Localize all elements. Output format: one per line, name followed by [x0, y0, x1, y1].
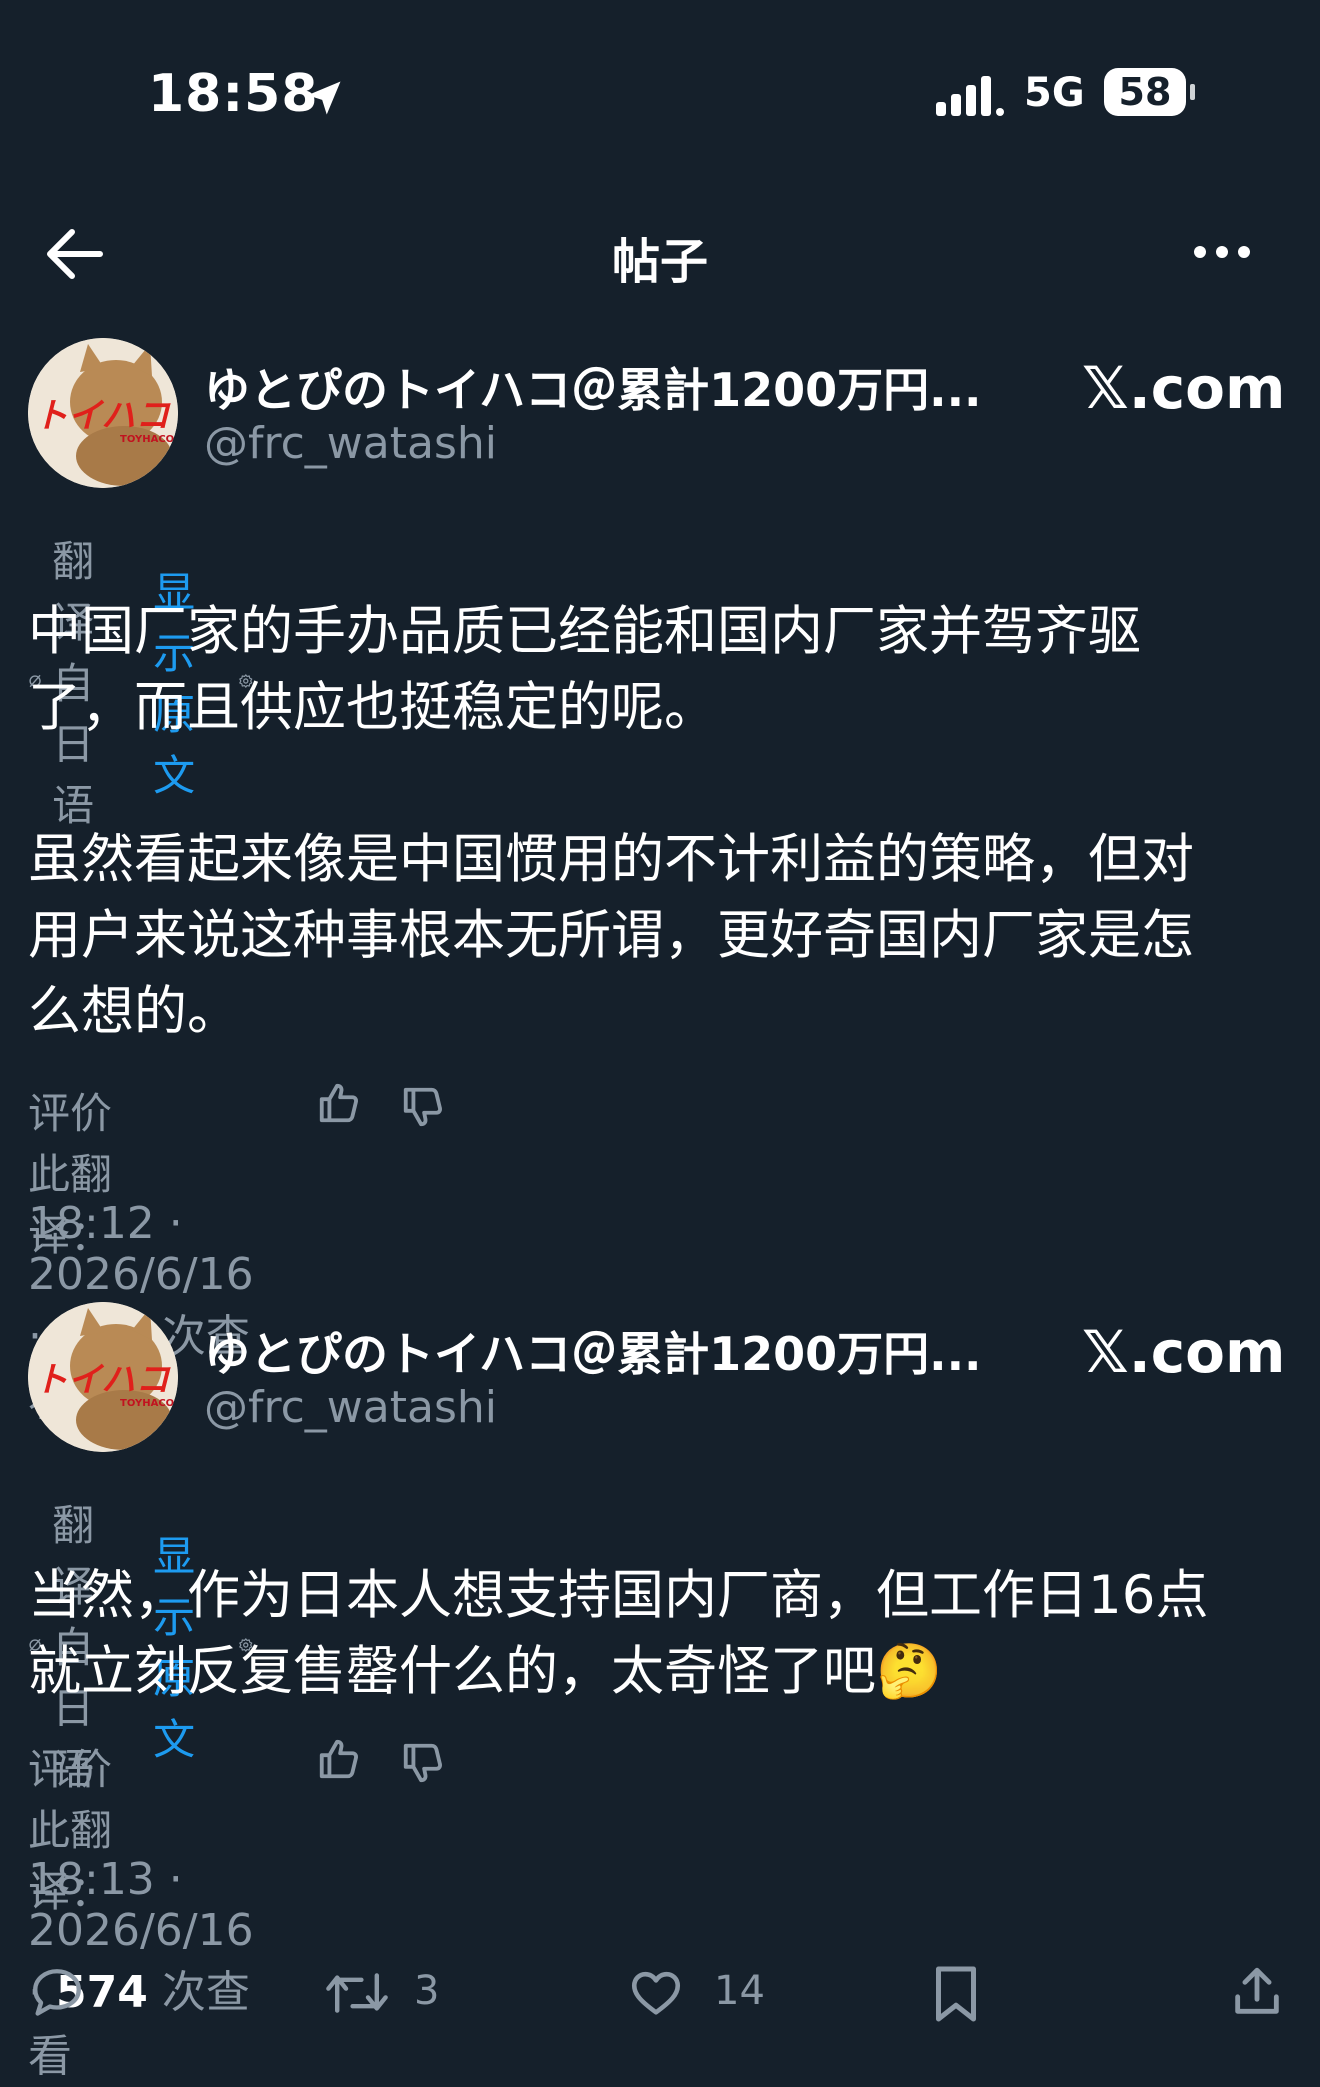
avatar[interactable]: トイハコ TOYHACO: [28, 1302, 178, 1452]
source-badge: 𝕏.com: [1082, 354, 1286, 422]
network-type: 5G: [1024, 70, 1085, 116]
thumbs-down-icon[interactable]: [400, 1740, 446, 1786]
more-options-icon[interactable]: [1192, 244, 1252, 260]
thumbs-up-icon[interactable]: [316, 1080, 362, 1126]
like-count: 14: [714, 1968, 765, 2014]
avatar-logo-sub: TOYHACO: [120, 434, 175, 445]
retweet-count: 3: [414, 1968, 440, 2014]
tweet-line: 么想的。: [28, 981, 240, 1042]
avatar-logo-text: トイハコ: [34, 396, 170, 436]
tweet-line: 就立刻反复售罄什么的，太奇怪了吧🤔: [28, 1641, 942, 1702]
avatar-logo-sub: TOYHACO: [120, 1398, 175, 1409]
tweet-line: 虽然看起来像是中国惯用的不计利益的策略，但对: [28, 829, 1194, 890]
avatar[interactable]: トイハコ TOYHACO: [28, 338, 178, 488]
thumbs-down-icon[interactable]: [400, 1084, 446, 1130]
author-handle[interactable]: @frc_watashi: [204, 1382, 497, 1433]
tweet-body: 当然，作为日本人想支持国内厂商，但工作日16点 就立刻反复售罄什么的，太奇怪了吧…: [28, 1558, 1293, 1710]
battery-indicator: 58: [1104, 68, 1186, 116]
avatar-logo-text: トイハコ: [34, 1360, 170, 1400]
author-handle[interactable]: @frc_watashi: [204, 418, 497, 469]
like-heart-icon[interactable]: [626, 1964, 686, 2022]
retweet-icon[interactable]: [324, 1966, 390, 2020]
tweet-line: 用户来说这种事根本无所谓，更好奇国内厂家是怎: [28, 905, 1194, 966]
battery-tip: [1190, 84, 1195, 100]
reply-icon[interactable]: [28, 1964, 86, 2022]
author-name[interactable]: ゆとぴのトイハコ＠累計1200万円...: [204, 1318, 982, 1384]
bookmark-icon[interactable]: [930, 1964, 982, 2024]
action-bar: 3 14: [0, 1960, 1320, 2030]
page-title: 帖子: [611, 234, 708, 290]
tweet-line: 中国厂家的手办品质已经能和国内厂家并驾齐驱: [28, 601, 1141, 662]
share-icon[interactable]: [1228, 1962, 1286, 2022]
signal-icon: [936, 76, 1004, 116]
thumbs-up-icon[interactable]: [316, 1736, 362, 1782]
author-name[interactable]: ゆとぴのトイハコ＠累計1200万円...: [204, 354, 982, 420]
tweet-line: 了，而且供应也挺稳定的呢。: [28, 677, 717, 738]
tweet-line: 当然，作为日本人想支持国内厂商，但工作日16点: [28, 1565, 1209, 1626]
source-badge: 𝕏.com: [1082, 1318, 1286, 1386]
tweet-body: 中国厂家的手办品质已经能和国内厂家并驾齐驱 了，而且供应也挺稳定的呢。 虽然看起…: [28, 594, 1293, 1050]
location-arrow-icon: [307, 81, 341, 115]
status-time: 18:58: [148, 64, 319, 124]
